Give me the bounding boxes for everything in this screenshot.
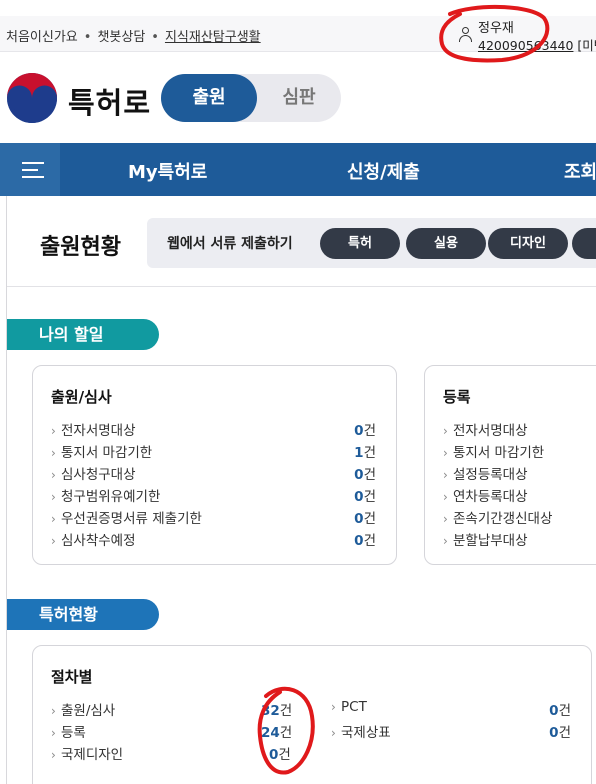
exam-card-title: 출원/심사 — [51, 388, 112, 406]
list-item[interactable]: › 통지서 마감기한 — [443, 441, 544, 463]
count-value[interactable]: 1건 — [354, 441, 376, 461]
count-value[interactable]: 0건 — [354, 507, 376, 527]
user-id-number[interactable]: 420090563440 — [478, 38, 573, 53]
count-value[interactable]: 0건 — [549, 721, 571, 741]
top-utility-bar: 처음이신가요 • 챗봇상담 • 지식재산탐구생활 정우재 420090563440 [미… — [0, 16, 596, 54]
patent-status-section-tag: 특허현황 — [7, 599, 159, 630]
submit-utility-button[interactable]: 실용 — [406, 228, 486, 259]
list-item[interactable]: › 존속기간갱신대상 — [443, 507, 552, 529]
list-item[interactable]: › 국제상표 — [331, 721, 391, 743]
user-id[interactable]: 420090563440 [미반 — [478, 35, 596, 54]
todo-section-tag: 나의 할일 — [7, 319, 159, 350]
web-submit-label: 웹에서 서류 제출하기 — [167, 236, 293, 252]
mode-trial-button[interactable]: 심판 — [257, 74, 341, 122]
divider — [7, 286, 596, 287]
registration-todo-card: 등록 › 전자서명대상 › 통지서 마감기한 › 설정등록대상 › 연차등록대상 › 존속… — [424, 365, 596, 565]
taegeuk-logo-icon[interactable] — [6, 72, 58, 124]
list-item[interactable]: › 심사착수예정 — [51, 529, 136, 551]
list-item[interactable]: › 우선권증명서류 제출기한 — [51, 507, 202, 529]
list-item[interactable]: › 분할납부대상 — [443, 529, 528, 551]
count-value[interactable]: 24건 — [261, 721, 292, 741]
count-value[interactable]: 0건 — [354, 485, 376, 505]
count-value[interactable]: 32건 — [261, 699, 292, 719]
procedure-card-title: 절차별 — [51, 668, 93, 686]
count-value[interactable]: 0건 — [354, 463, 376, 483]
user-id-suffix: [미반 — [577, 38, 596, 53]
list-item[interactable]: › 전자서명대상 — [443, 419, 528, 441]
list-item[interactable]: › 심사청구대상 — [51, 463, 136, 485]
count-value[interactable]: 0건 — [549, 699, 571, 719]
count-value[interactable]: 0건 — [354, 529, 376, 549]
mode-application-button[interactable]: 출원 — [161, 74, 257, 122]
main-nav: My특허로 신청/제출 조회 — [0, 143, 596, 196]
submit-more-button[interactable] — [572, 228, 596, 259]
list-item[interactable]: › PCT — [331, 699, 367, 721]
submit-patent-button[interactable]: 특허 — [320, 228, 400, 259]
count-value[interactable]: 0건 — [269, 743, 291, 763]
web-submit-bar: 웹에서 서류 제출하기 특허 실용 디자인 — [147, 218, 596, 268]
list-item[interactable]: › 연차등록대상 — [443, 485, 528, 507]
nav-item-inquiry[interactable]: 조회 — [564, 158, 596, 184]
content-left-border — [6, 196, 7, 784]
reg-card-title: 등록 — [443, 388, 471, 406]
list-item[interactable]: › 등록 — [51, 721, 86, 743]
utility-links: 처음이신가요 • 챗봇상담 • 지식재산탐구생활 — [6, 30, 261, 45]
submit-design-button[interactable]: 디자인 — [488, 228, 568, 259]
page: 처음이신가요 • 챗봇상담 • 지식재산탐구생활 정우재 420090563440 [미… — [0, 0, 596, 784]
list-item[interactable]: › 청구범위유예기한 — [51, 485, 160, 507]
count-value[interactable]: 0건 — [354, 419, 376, 439]
list-item[interactable]: › 전자서명대상 — [51, 419, 136, 441]
list-item[interactable]: › 국제디자인 — [51, 743, 123, 765]
link-chatbot[interactable]: 챗봇상담 — [97, 30, 145, 45]
mode-toggle: 출원 심판 — [161, 74, 341, 122]
user-name[interactable]: 정우재 — [478, 17, 514, 36]
brand-name[interactable]: 특허로 — [68, 80, 151, 122]
nav-item-my[interactable]: My특허로 — [128, 158, 207, 184]
user-info[interactable]: 정우재 420090563440 [미반 — [458, 16, 596, 54]
list-item[interactable]: › 출원/심사 — [51, 699, 115, 721]
nav-item-submit[interactable]: 신청/제출 — [347, 158, 420, 184]
list-item[interactable]: › 설정등록대상 — [443, 463, 528, 485]
user-icon — [458, 26, 472, 42]
hamburger-menu-icon[interactable] — [0, 143, 60, 196]
page-title: 출원현황 — [40, 235, 121, 260]
exam-todo-card: 출원/심사 › 전자서명대상 › 통지서 마감기한 › 심사청구대상 › 청구범위유예기… — [32, 365, 397, 565]
procedure-card: 절차별 › 출원/심사 › 등록 › 국제디자인 32건 24건 0건 › PCT › 국… — [32, 645, 592, 784]
link-first-visit[interactable]: 처음이신가요 — [6, 30, 78, 45]
list-item[interactable]: › 통지서 마감기한 — [51, 441, 152, 463]
link-ip-exploration[interactable]: 지식재산탐구생활 — [165, 30, 261, 45]
